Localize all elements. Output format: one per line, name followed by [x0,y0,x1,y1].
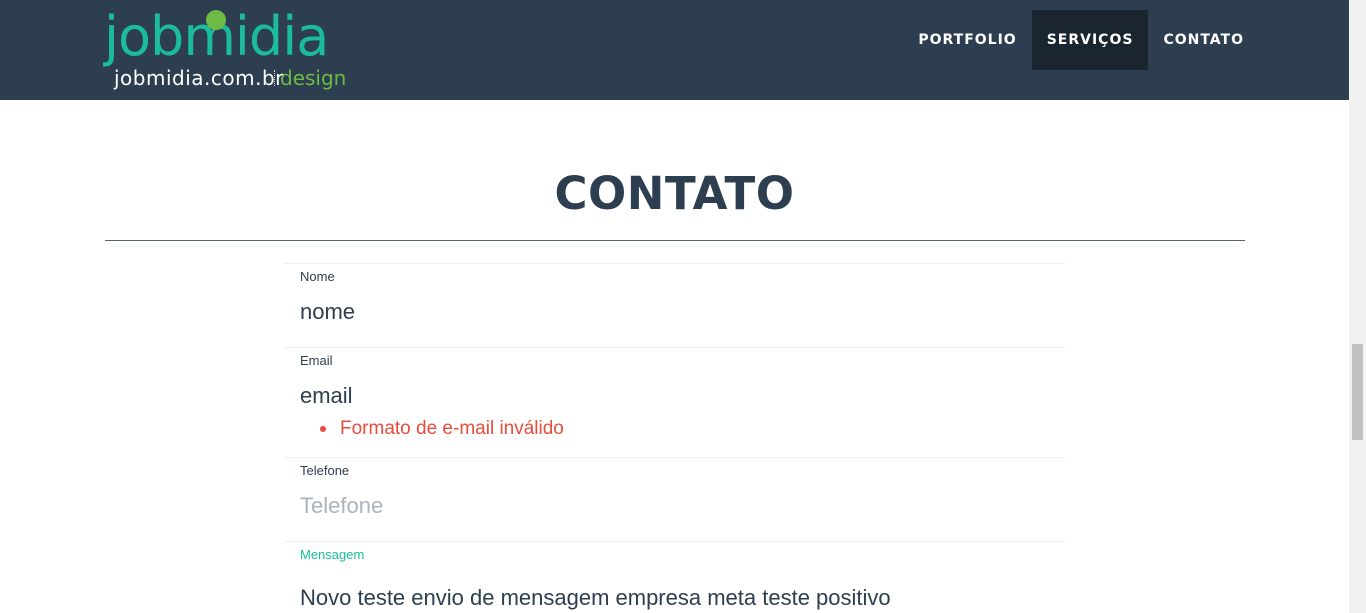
section-title: CONTATO [554,167,795,220]
logo-tagline: design [280,66,347,90]
logo-domain: jobmidia.com.br [114,66,284,90]
nome-label: Nome [300,269,335,284]
page-scrollbar[interactable] [1349,0,1366,613]
navbar: jobmidia jobmidia.com.br design PORTFOLI… [0,0,1349,100]
contact-form: Nome Email Formato de e-mail inválido Te… [285,263,1065,613]
main-nav: PORTFOLIO SERVIÇOS CONTATO [903,10,1259,70]
email-error-text: Formato de e-mail inválido [340,418,564,439]
scrollbar-thumb[interactable] [1352,344,1363,440]
nav-item-portfolio[interactable]: PORTFOLIO [903,10,1031,70]
title-divider [105,240,1245,241]
mensagem-textarea[interactable]: Novo teste envio de mensagem empresa met… [300,563,1050,613]
email-group: Email Formato de e-mail inválido [285,347,1065,457]
brand-logo[interactable]: jobmidia jobmidia.com.br design [104,6,347,96]
error-bullet-icon [320,426,326,432]
mensagem-label: Mensagem [300,547,365,562]
telefone-input[interactable] [300,479,1050,541]
email-error-message: Formato de e-mail inválido [320,417,1050,441]
logo-dot-icon [206,10,226,30]
mensagem-group: Mensagem Novo teste envio de mensagem em… [285,541,1065,613]
email-error-list: Formato de e-mail inválido [300,417,1050,457]
telefone-group: Telefone [285,457,1065,541]
page: jobmidia jobmidia.com.br design PORTFOLI… [0,0,1366,613]
nome-group: Nome [285,263,1065,347]
email-label: Email [300,353,333,368]
nav-item-servicos[interactable]: SERVIÇOS [1031,10,1149,70]
logo-separator [274,70,275,86]
telefone-label: Telefone [300,463,350,478]
nome-input[interactable] [300,285,1050,347]
nav-item-contato[interactable]: CONTATO [1148,10,1259,70]
